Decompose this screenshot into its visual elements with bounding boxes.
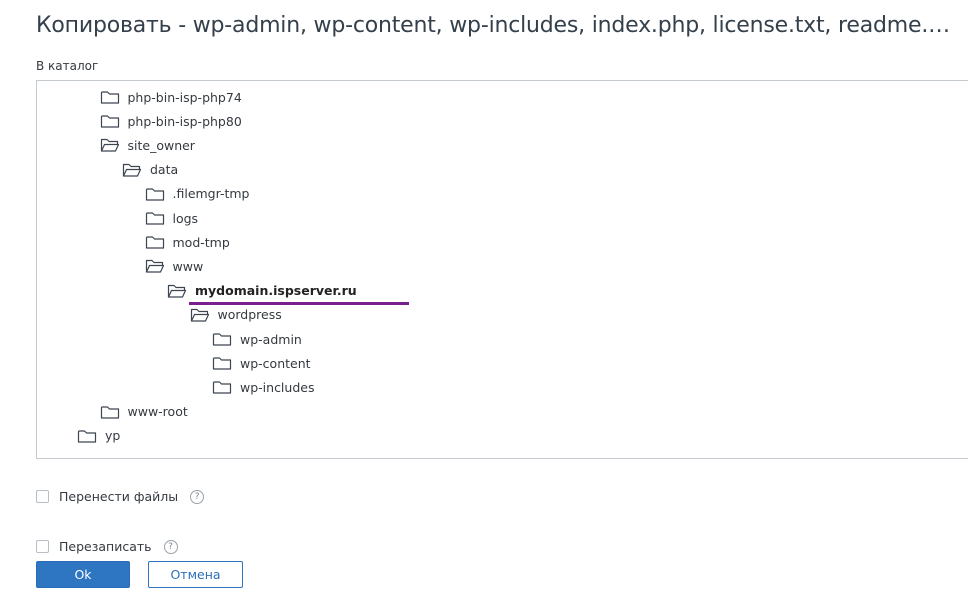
tree-folder-label: www: [172, 258, 204, 274]
tree-folder-label: www-root: [127, 404, 188, 420]
tree-folder-item[interactable]: data: [122, 159, 178, 181]
folder-icon: [145, 234, 165, 250]
move-files-help-icon[interactable]: ?: [190, 489, 205, 504]
overwrite-checkbox[interactable]: [36, 540, 49, 553]
tree-folder-item[interactable]: php-bin-isp-php80: [100, 110, 242, 132]
tree-folder-item[interactable]: mydomain.ispserver.ru: [167, 280, 357, 302]
tree-folder-label: php-bin-isp-php74: [127, 89, 242, 105]
tree-folder-item[interactable]: www: [145, 255, 204, 277]
tree-folder-item[interactable]: wp-includes: [212, 376, 314, 398]
folder-open-icon: [190, 307, 210, 323]
tree-folder-label: yp: [105, 428, 121, 444]
overwrite-label: Перезаписать: [59, 539, 152, 554]
tree-folder-item[interactable]: logs: [145, 207, 199, 229]
tree-folder-item[interactable]: wordpress: [190, 304, 282, 326]
selected-folder-underline: [189, 302, 409, 305]
tree-folder-label: wp-content: [240, 355, 311, 371]
tree-folder-item[interactable]: wp-content: [212, 352, 311, 374]
folder-icon: [77, 428, 97, 444]
tree-folder-item[interactable]: www-root: [100, 401, 188, 423]
folder-tree[interactable]: php-bin-isp-php74 php-bin-isp-php80 site_o…: [36, 80, 968, 459]
tree-folder-label: wp-admin: [240, 331, 302, 347]
tree-folder-item[interactable]: php-bin-isp-php74: [100, 86, 242, 108]
tree-folder-label: mydomain.ispserver.ru: [195, 283, 357, 299]
folder-open-icon: [167, 283, 187, 299]
folder-open-icon: [145, 258, 165, 274]
overwrite-help-icon[interactable]: ?: [163, 539, 178, 554]
folder-open-icon: [122, 162, 142, 178]
dialog-title: Копировать - wp-admin, wp-content, wp-in…: [36, 13, 961, 38]
folder-icon: [100, 404, 120, 420]
folder-icon: [212, 379, 232, 395]
tree-folder-item[interactable]: mod-tmp: [145, 231, 230, 253]
overwrite-option: Перезаписать ?: [36, 539, 178, 554]
tree-folder-label: mod-tmp: [172, 234, 230, 250]
folder-icon: [145, 210, 165, 226]
move-files-label: Перенести файлы: [59, 489, 179, 504]
tree-folder-label: data: [150, 162, 179, 178]
tree-folder-label: site_owner: [127, 137, 195, 153]
tree-folder-label: php-bin-isp-php80: [127, 113, 242, 129]
move-files-checkbox[interactable]: [36, 490, 49, 503]
tree-folder-item[interactable]: wp-admin: [212, 328, 302, 350]
tree-folder-label: logs: [172, 210, 199, 226]
folder-icon: [212, 331, 232, 347]
folder-icon: [145, 186, 165, 202]
move-files-option: Перенести файлы ?: [36, 489, 205, 504]
ok-button[interactable]: Ok: [36, 561, 130, 588]
tree-folder-item[interactable]: site_owner: [100, 134, 195, 156]
folder-icon: [100, 89, 120, 105]
tree-folder-label: wordpress: [217, 307, 282, 323]
cancel-button[interactable]: Отмена: [148, 561, 243, 588]
tree-folder-label: wp-includes: [240, 379, 315, 395]
folder-icon: [212, 355, 232, 371]
folder-open-icon: [100, 137, 120, 153]
folder-icon: [100, 113, 120, 129]
tree-folder-item[interactable]: yp: [77, 425, 120, 447]
tree-folder-item[interactable]: .filemgr-tmp: [145, 183, 250, 205]
tree-folder-label: .filemgr-tmp: [172, 186, 250, 202]
destination-label: В каталог: [36, 59, 99, 73]
